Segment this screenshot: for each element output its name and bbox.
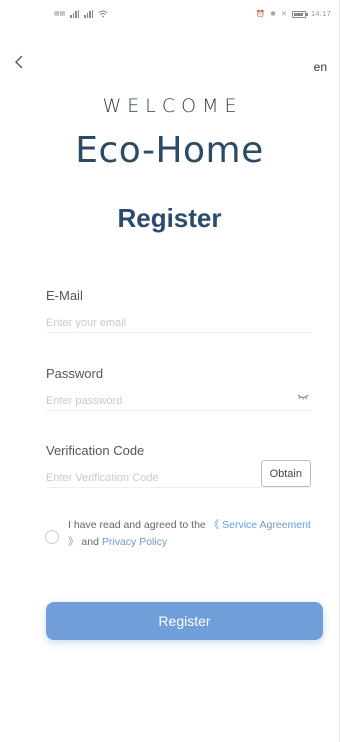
password-input[interactable] [46,391,311,411]
eye-closed-icon[interactable] [297,393,309,401]
alarm-icon: ⏰ [256,10,266,18]
password-row [46,389,311,411]
email-row [46,311,311,333]
verification-input[interactable] [46,468,232,488]
email-input[interactable] [46,313,311,333]
app-name: Eco-Home [75,130,264,171]
mute-icon: ✕ [280,10,287,18]
page-title: Register [117,203,222,233]
register-button[interactable]: Register [46,602,323,640]
status-right: ⏰ ✱ ✕ 14:17 [256,10,331,18]
status-bar: ▤▤ ⏰ ✱ ✕ 14:17 [0,0,339,28]
agreement: I have read and agreed to the 《 Service … [45,517,311,551]
privacy-policy-link[interactable]: Privacy Policy [102,536,167,548]
agreement-checkbox[interactable] [45,530,59,544]
welcome-text: WELCOME [102,95,243,117]
status-left: ▤▤ [54,10,108,18]
verification-field: Verification Code Obtain [46,443,311,488]
agreement-prefix: I have read and agreed to the [68,519,206,531]
status-time: 14:17 [310,10,331,18]
password-label: Password [46,366,104,381]
email-label: E-Mail [46,288,83,303]
email-field: E-Mail [46,288,311,333]
battery-icon [291,10,308,18]
signal-icon-2 [84,10,94,18]
wifi-icon [98,10,108,18]
verification-row: Obtain [46,460,311,488]
password-field: Password [46,366,311,411]
language-switch[interactable]: en [314,60,327,74]
verification-label: Verification Code [46,443,145,458]
agreement-text: I have read and agreed to the 《 Service … [68,517,311,551]
chevron-left-icon [15,55,23,69]
sim-icon: ▤▤ [54,10,66,17]
register-screen: ▤▤ ⏰ ✱ ✕ 14:17 en WELCOME Eco-Home Regis… [0,0,340,742]
obtain-code-button[interactable]: Obtain [260,460,311,487]
back-button[interactable] [10,52,28,72]
agreement-conjunction: and [81,536,99,548]
bluetooth-icon: ✱ [270,10,276,18]
signal-icon [70,10,80,18]
